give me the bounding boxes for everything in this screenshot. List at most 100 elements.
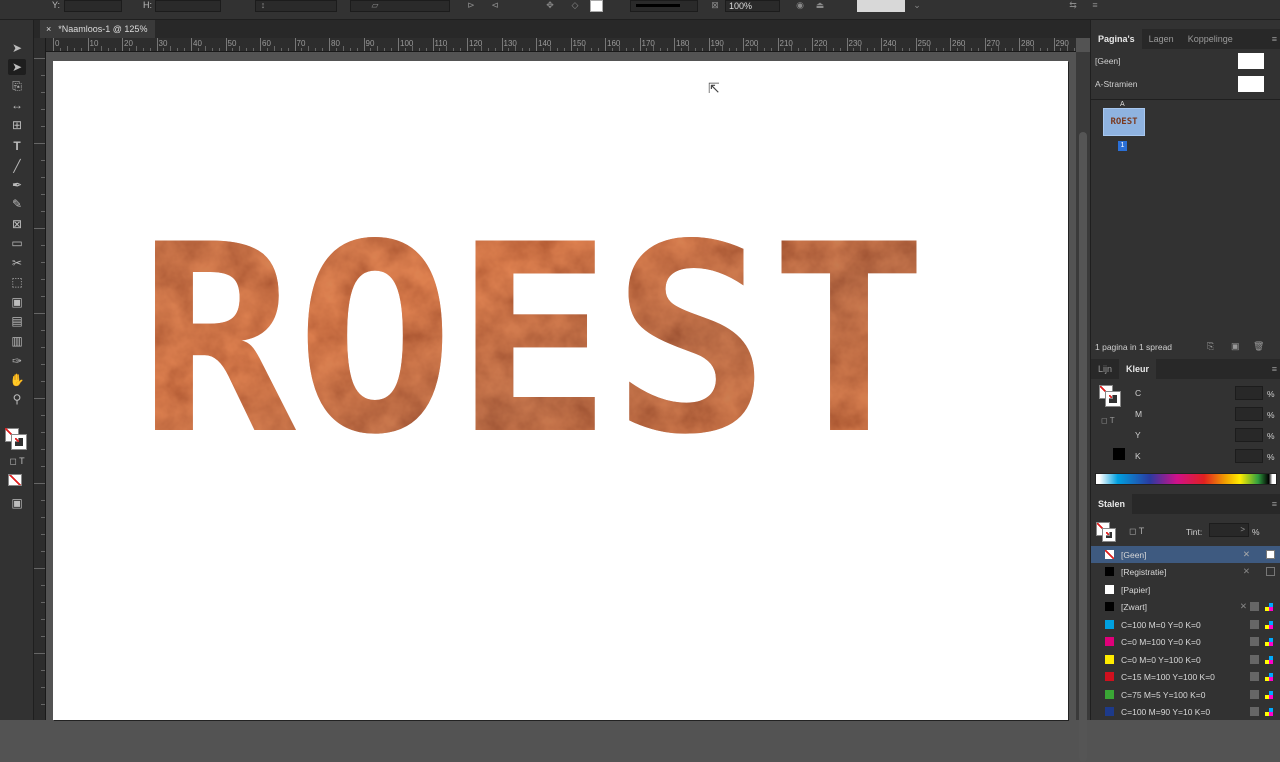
ruler-minor-tick — [142, 48, 144, 51]
rust-text-frame[interactable]: ROEST ROEST — [53, 61, 1068, 720]
zoom-tool-icon[interactable]: ⚲ — [8, 391, 26, 407]
pen-tool-icon[interactable]: ✒ — [8, 177, 26, 193]
ruler-minor-tick — [867, 48, 869, 51]
swatch-stroke-indicator[interactable] — [1102, 528, 1116, 542]
edit-page-size-icon[interactable]: ⎘ — [1207, 341, 1214, 352]
channel-c-field[interactable] — [1235, 386, 1263, 400]
opacity-field[interactable]: 100% — [725, 0, 780, 12]
gradient-feather-tool-icon[interactable]: ▤ — [8, 313, 26, 329]
eyedropper-tool-icon[interactable]: ✑ — [8, 353, 26, 369]
swatch-chip — [1105, 707, 1114, 716]
channel-k-field[interactable] — [1235, 449, 1263, 463]
master-none-label[interactable]: [Geen] — [1095, 56, 1121, 66]
pencil-tool-icon[interactable]: ✎ — [8, 196, 26, 212]
ruler-tick — [605, 38, 606, 51]
swatch-row-green[interactable]: C=75 M=5 Y=100 K=0 — [1091, 686, 1280, 703]
delete-page-icon[interactable]: 🗑 — [1253, 341, 1264, 352]
swatch-name: [Registratie] — [1121, 566, 1167, 577]
ruler-minor-tick — [480, 46, 482, 51]
stroke-swatch-tool[interactable] — [11, 434, 27, 450]
new-page-icon[interactable]: ▣ — [1231, 341, 1240, 352]
formatting-affects-container-icon[interactable]: ◻ T — [8, 453, 26, 469]
note-tool-icon[interactable]: ▥ — [8, 333, 26, 349]
tab-layers[interactable]: Lagen — [1142, 29, 1181, 49]
last-color-swatch[interactable] — [1113, 448, 1125, 460]
rectangle-frame-tool-icon[interactable]: ⊠ — [8, 216, 26, 232]
drop-shadow-icon[interactable]: ◉ — [795, 1, 805, 10]
direct-selection-tool-icon[interactable]: ➤ — [8, 59, 26, 75]
gradient-swatch-tool-icon[interactable]: ▣ — [8, 294, 26, 310]
content-collector-icon[interactable]: ⊞ — [8, 117, 26, 133]
ruler-minor-tick — [41, 211, 45, 212]
color-stroke-swatch[interactable] — [1105, 391, 1121, 407]
master-a-thumb[interactable] — [1238, 76, 1264, 92]
selection-tool-icon[interactable]: ➤ — [8, 40, 26, 56]
swatch-row-red[interactable]: C=15 M=100 Y=100 K=0 — [1091, 668, 1280, 685]
tab-stroke[interactable]: Lijn — [1091, 359, 1119, 379]
panel-menu-icon[interactable]: ≡ — [1272, 34, 1277, 44]
swatch-row-registration[interactable]: [Registratie] ✕ — [1091, 563, 1280, 580]
tab-swatches[interactable]: Stalen — [1091, 494, 1133, 514]
type-tool-icon[interactable]: T — [8, 138, 26, 154]
stroke-weight-field[interactable] — [350, 0, 450, 12]
swatch-row-yellow[interactable]: C=0 M=0 Y=100 K=0 — [1091, 651, 1280, 668]
swatch-row-none[interactable]: [Geen] ✕ — [1091, 546, 1280, 563]
gap-tool-icon[interactable]: ↔ — [8, 97, 26, 113]
hand-tool-icon[interactable]: ✋ — [8, 372, 26, 388]
page-number-badge[interactable]: 1 — [1118, 141, 1127, 151]
vertical-ruler[interactable] — [34, 38, 46, 720]
swatch-row-blue[interactable]: C=100 M=90 Y=10 K=0 — [1091, 703, 1280, 720]
ruler-minor-tick — [41, 415, 45, 416]
page-tool-icon[interactable]: ⎘ — [8, 78, 26, 94]
y-field[interactable] — [64, 0, 122, 12]
effects-icon[interactable]: ⏏ — [815, 1, 825, 10]
line-tool-icon[interactable]: ╱ — [8, 158, 26, 174]
rectangle-tool-icon[interactable]: ▭ — [8, 235, 26, 251]
ruler-minor-tick — [749, 48, 751, 51]
quick-apply-icon[interactable]: ⇆ — [1068, 1, 1078, 10]
chevron-down-icon[interactable]: ⌄ — [912, 1, 922, 10]
channel-m-field[interactable] — [1235, 407, 1263, 421]
ruler-minor-tick — [41, 585, 45, 586]
panel-menu-icon[interactable]: ≡ — [1272, 364, 1277, 374]
ruler-minor-tick — [618, 46, 620, 51]
channel-y-field[interactable] — [1235, 428, 1263, 442]
swatch-row-paper[interactable]: [Papier] — [1091, 581, 1280, 598]
master-none-thumb[interactable] — [1238, 53, 1264, 69]
style-field[interactable] — [857, 0, 905, 12]
tint-field[interactable]: > — [1209, 523, 1249, 537]
screen-mode-icon[interactable]: ▣ — [8, 495, 26, 511]
process-icon — [1250, 707, 1259, 716]
container-toggle-icon[interactable]: ◻ T — [1101, 416, 1115, 425]
tab-pages[interactable]: Pagina's — [1091, 29, 1142, 49]
swatch-row-cyan[interactable]: C=100 M=0 Y=0 K=0 — [1091, 616, 1280, 633]
scissors-tool-icon[interactable]: ✂ — [8, 255, 26, 271]
panel-menu-icon[interactable]: ≡ — [1090, 1, 1100, 10]
swatch-row-magenta[interactable]: C=0 M=100 Y=0 K=0 — [1091, 633, 1280, 650]
h-field[interactable] — [155, 0, 221, 12]
page-1-thumb[interactable]: ROEST — [1103, 108, 1145, 136]
ruler-minor-tick — [391, 48, 393, 51]
master-a-label[interactable]: A-Stramien — [1095, 79, 1138, 89]
stroke-swatch[interactable] — [590, 0, 603, 12]
flip-vertical-icon[interactable]: ⊲ — [490, 1, 500, 10]
document-page[interactable]: ROEST ROEST — [53, 61, 1068, 720]
apply-none-icon[interactable] — [8, 474, 22, 486]
ruler-minor-tick — [591, 48, 593, 51]
scroll-thumb[interactable] — [1079, 132, 1087, 762]
swatch-row-black[interactable]: [Zwart] ✕ — [1091, 598, 1280, 615]
select-container-icon[interactable]: ✥ — [545, 1, 555, 10]
free-transform-tool-icon[interactable]: ⬚ — [8, 274, 26, 290]
select-content-icon[interactable]: ◇ — [570, 1, 580, 10]
horizontal-ruler[interactable]: 0 10 20 30 40 50 60 70 80 90 100 110 120 130 140 150 160… — [46, 38, 1076, 52]
ruler-minor-tick — [34, 228, 45, 229]
container-toggle-icon[interactable]: ◻ T — [1129, 526, 1144, 537]
flip-horizontal-icon[interactable]: ⊳ — [466, 1, 476, 10]
tab-links[interactable]: Koppelinge — [1181, 29, 1240, 49]
vertical-scrollbar[interactable] — [1076, 52, 1090, 762]
document-tab[interactable]: × *Naamloos-1 @ 125% — [40, 20, 156, 38]
panel-menu-icon[interactable]: ≡ — [1272, 499, 1277, 509]
close-tab-icon[interactable]: × — [46, 24, 51, 34]
color-spectrum-ramp[interactable] — [1095, 473, 1277, 485]
tab-color[interactable]: Kleur — [1119, 359, 1157, 379]
